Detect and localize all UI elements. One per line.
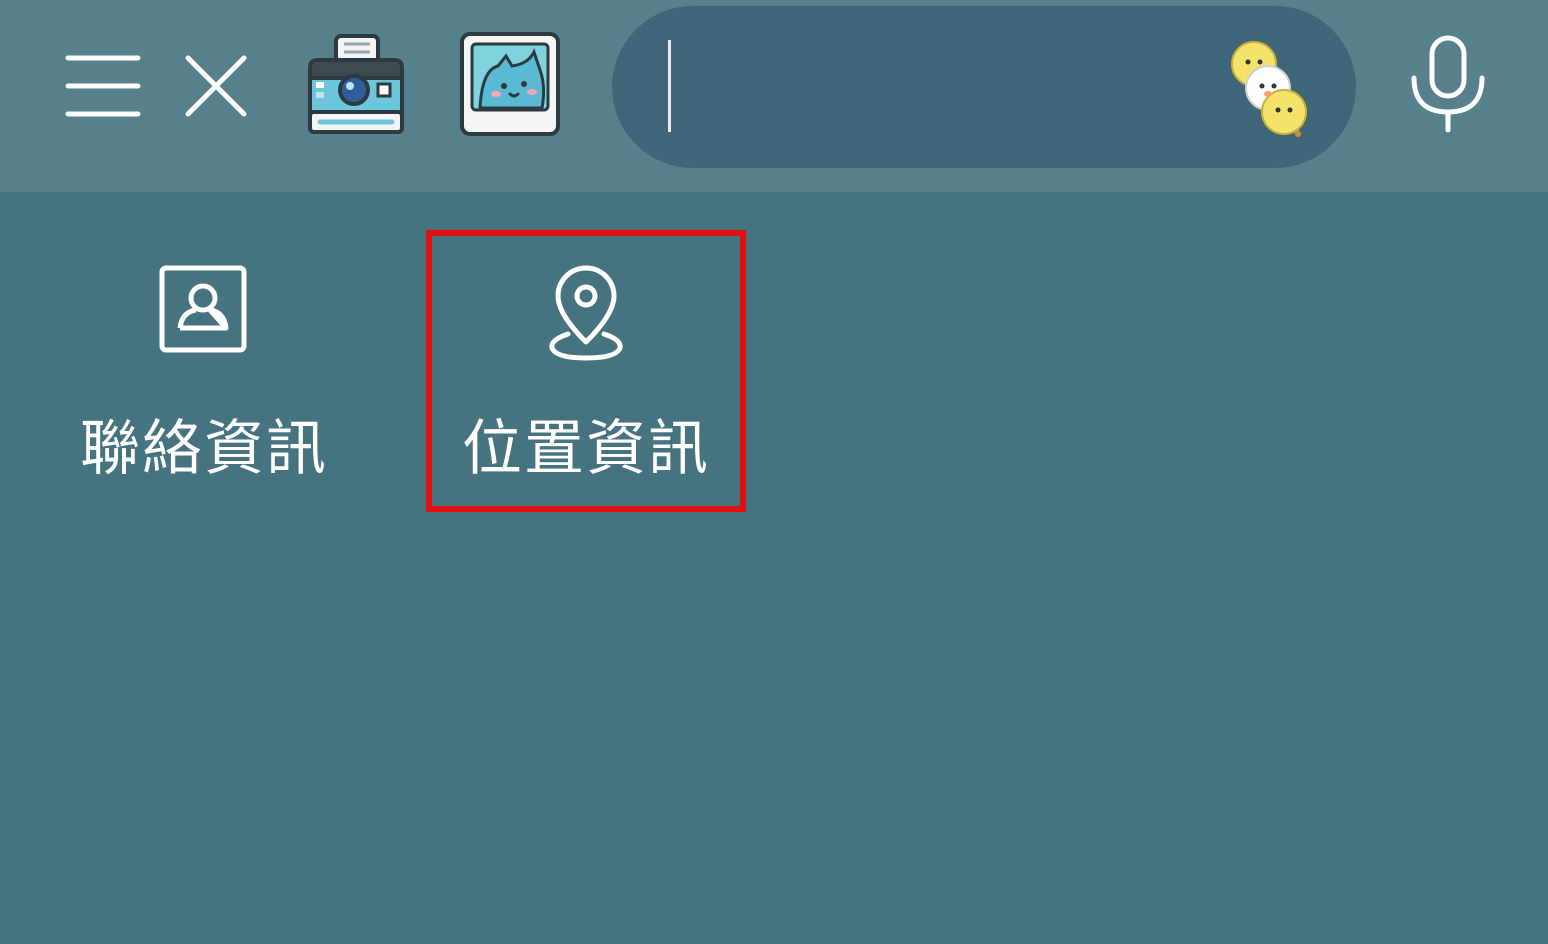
attachment-label: 聯絡資訊 xyxy=(80,414,328,484)
attachment-contact-info[interactable]: 聯絡資訊 xyxy=(44,230,364,512)
hamburger-menu-icon[interactable] xyxy=(60,48,146,124)
photo-card-icon[interactable] xyxy=(458,30,562,138)
dango-sticker-icon[interactable] xyxy=(1224,36,1316,148)
message-input[interactable] xyxy=(674,46,1198,128)
microphone-icon[interactable] xyxy=(1406,32,1490,136)
attachment-label: 位置資訊 xyxy=(462,414,710,484)
top-toolbar xyxy=(0,0,1548,192)
contact-card-icon xyxy=(156,260,252,364)
close-icon[interactable] xyxy=(180,50,252,122)
text-caret xyxy=(668,40,671,132)
attachment-location-info[interactable]: 位置資訊 xyxy=(426,230,746,512)
location-pin-icon xyxy=(538,260,634,364)
message-input-bar[interactable] xyxy=(612,6,1356,168)
instant-camera-icon[interactable] xyxy=(302,30,410,138)
